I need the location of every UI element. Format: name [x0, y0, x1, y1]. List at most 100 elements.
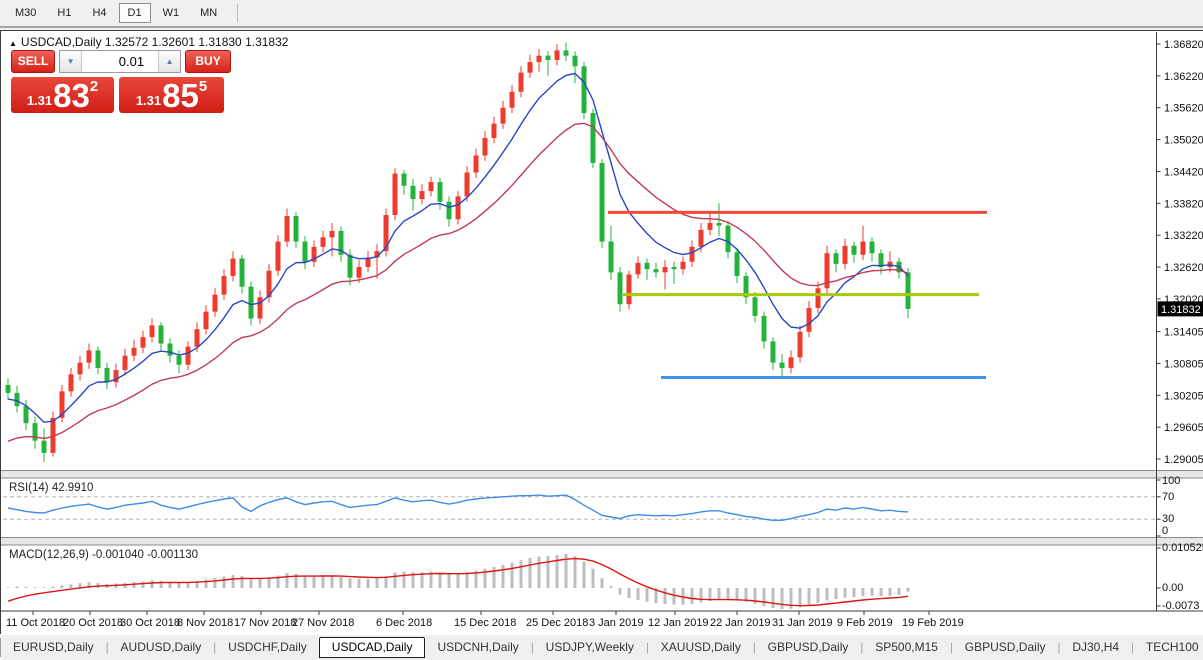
timeframe-button-h4[interactable]: H4 [83, 3, 115, 23]
candle-body [546, 56, 551, 60]
candle-body [87, 350, 92, 362]
tab-xauusd-daily[interactable]: XAUUSD,Daily [649, 638, 753, 657]
collapse-triangle-icon[interactable]: ▲ [9, 39, 17, 48]
buy-price-prefix: 1.31 [136, 93, 161, 108]
candle-body [807, 308, 812, 332]
candle-body [906, 272, 911, 309]
candle-body [591, 113, 596, 163]
candle-body [600, 163, 605, 242]
timeframe-button-m30[interactable]: M30 [6, 3, 45, 23]
sell-price-pip: 2 [90, 78, 98, 95]
candle-body [258, 297, 263, 318]
sell-button[interactable]: SELL [11, 50, 55, 73]
candle-body [186, 347, 191, 365]
toolbar-separator [237, 4, 238, 22]
sell-price-big: 83 [53, 81, 90, 111]
candle-body [447, 202, 452, 220]
tab-eurusd-daily[interactable]: EURUSD,Daily [1, 638, 106, 657]
tab-gbpusd-daily[interactable]: GBPUSD,Daily [953, 638, 1058, 657]
tab-usdcad-daily[interactable]: USDCAD,Daily [319, 637, 426, 658]
tab-usdcnh-daily[interactable]: USDCNH,Daily [425, 638, 530, 657]
current-price-label: 1.31832 [1161, 304, 1201, 316]
candle-body [249, 287, 254, 319]
candle-body [24, 406, 29, 423]
volume-input[interactable] [82, 51, 158, 72]
candle-body [528, 62, 533, 73]
price-axis-label: 1.33820 [1164, 198, 1203, 210]
sell-price-prefix: 1.31 [27, 93, 52, 108]
chart-title-text: USDCAD,Daily 1.32572 1.32601 1.31830 1.3… [21, 35, 289, 49]
tab-tech100[interactable]: TECH100 [1134, 638, 1203, 657]
tab-usdchf-daily[interactable]: USDCHF,Daily [216, 638, 319, 657]
candle-body [105, 368, 110, 382]
price-axis-label: 1.29005 [1164, 454, 1203, 466]
buy-button[interactable]: BUY [185, 50, 231, 73]
candle-body [429, 182, 434, 191]
chart-window: RSI(14) 42.9910MACD(12,26,9) -0.001040 -… [0, 30, 1203, 634]
macd-label: MACD(12,26,9) -0.001040 -0.001130 [9, 549, 198, 561]
price-axis-label: 1.30805 [1164, 358, 1203, 370]
candle-body [177, 356, 182, 365]
date-label: 9 Feb 2019 [837, 617, 893, 629]
date-label: 15 Dec 2018 [454, 617, 516, 629]
candle-body [168, 344, 173, 356]
tab-dj30-h4[interactable]: DJ30,H4 [1060, 638, 1131, 657]
volume-stepper: ▼ ▲ [59, 50, 181, 73]
candle-body [618, 272, 623, 304]
candle-body [240, 259, 245, 287]
candle-body [762, 316, 767, 341]
candle-body [303, 242, 308, 262]
candle-body [222, 276, 227, 295]
timeframe-button-mn[interactable]: MN [191, 3, 226, 23]
date-label: 17 Nov 2018 [234, 617, 296, 629]
buy-price-pip: 5 [199, 78, 207, 95]
tab-sp500-m15[interactable]: SP500,M15 [863, 638, 950, 657]
candle-body [195, 329, 200, 347]
candle-body [852, 246, 857, 255]
volume-increase-button[interactable]: ▲ [158, 51, 180, 72]
candle-body [159, 325, 164, 343]
one-click-trading-panel: SELL ▼ ▲ BUY 1.31 83 2 1.31 85 5 [11, 50, 231, 113]
volume-decrease-button[interactable]: ▼ [60, 51, 82, 72]
timeframe-button-h1[interactable]: H1 [48, 3, 80, 23]
price-axis-label: 1.30205 [1164, 390, 1203, 402]
tab-gbpusd-daily[interactable]: GBPUSD,Daily [756, 638, 861, 657]
price-axis-label: 1.33220 [1164, 230, 1203, 242]
date-label: 30 Oct 2018 [120, 617, 180, 629]
timeframe-button-w1[interactable]: W1 [154, 3, 189, 23]
date-label: 31 Jan 2019 [772, 617, 833, 629]
tab-usdjpy-weekly[interactable]: USDJPY,Weekly [534, 638, 646, 657]
candle-body [582, 66, 587, 113]
candle-body [213, 295, 218, 312]
date-label: 20 Oct 2018 [63, 617, 123, 629]
candle-body [798, 332, 803, 357]
candle-body [753, 297, 758, 316]
tab-audusd-daily[interactable]: AUDUSD,Daily [109, 638, 214, 657]
macd-axis-label: 0.010525 [1162, 542, 1203, 554]
candle-body [519, 73, 524, 92]
price-axis-label: 1.35620 [1164, 103, 1203, 115]
candle-body [393, 174, 398, 215]
candle-body [789, 357, 794, 368]
candle-body [69, 374, 74, 391]
candle-body [708, 223, 713, 230]
candle-body [420, 191, 425, 199]
timeframe-toolbar: M30H1H4D1W1MN [0, 0, 1203, 28]
candle-body [573, 56, 578, 67]
candle-body [150, 325, 155, 337]
candle-body [717, 223, 722, 226]
price-axis-label: 1.36820 [1164, 39, 1203, 51]
timeframe-button-d1[interactable]: D1 [119, 3, 151, 23]
sell-price-panel[interactable]: 1.31 83 2 [11, 77, 114, 113]
candle-body [141, 337, 146, 348]
date-label: 6 Dec 2018 [376, 617, 432, 629]
candle-body [492, 124, 497, 138]
price-axis-label: 1.31405 [1164, 327, 1203, 339]
candle-body [681, 262, 686, 269]
date-label: 11 Oct 2018 [6, 617, 65, 629]
buy-price-panel[interactable]: 1.31 85 5 [119, 77, 224, 113]
candle-body [690, 247, 695, 262]
candle-body [780, 363, 785, 368]
candle-body [510, 92, 515, 108]
candle-body [285, 216, 290, 241]
